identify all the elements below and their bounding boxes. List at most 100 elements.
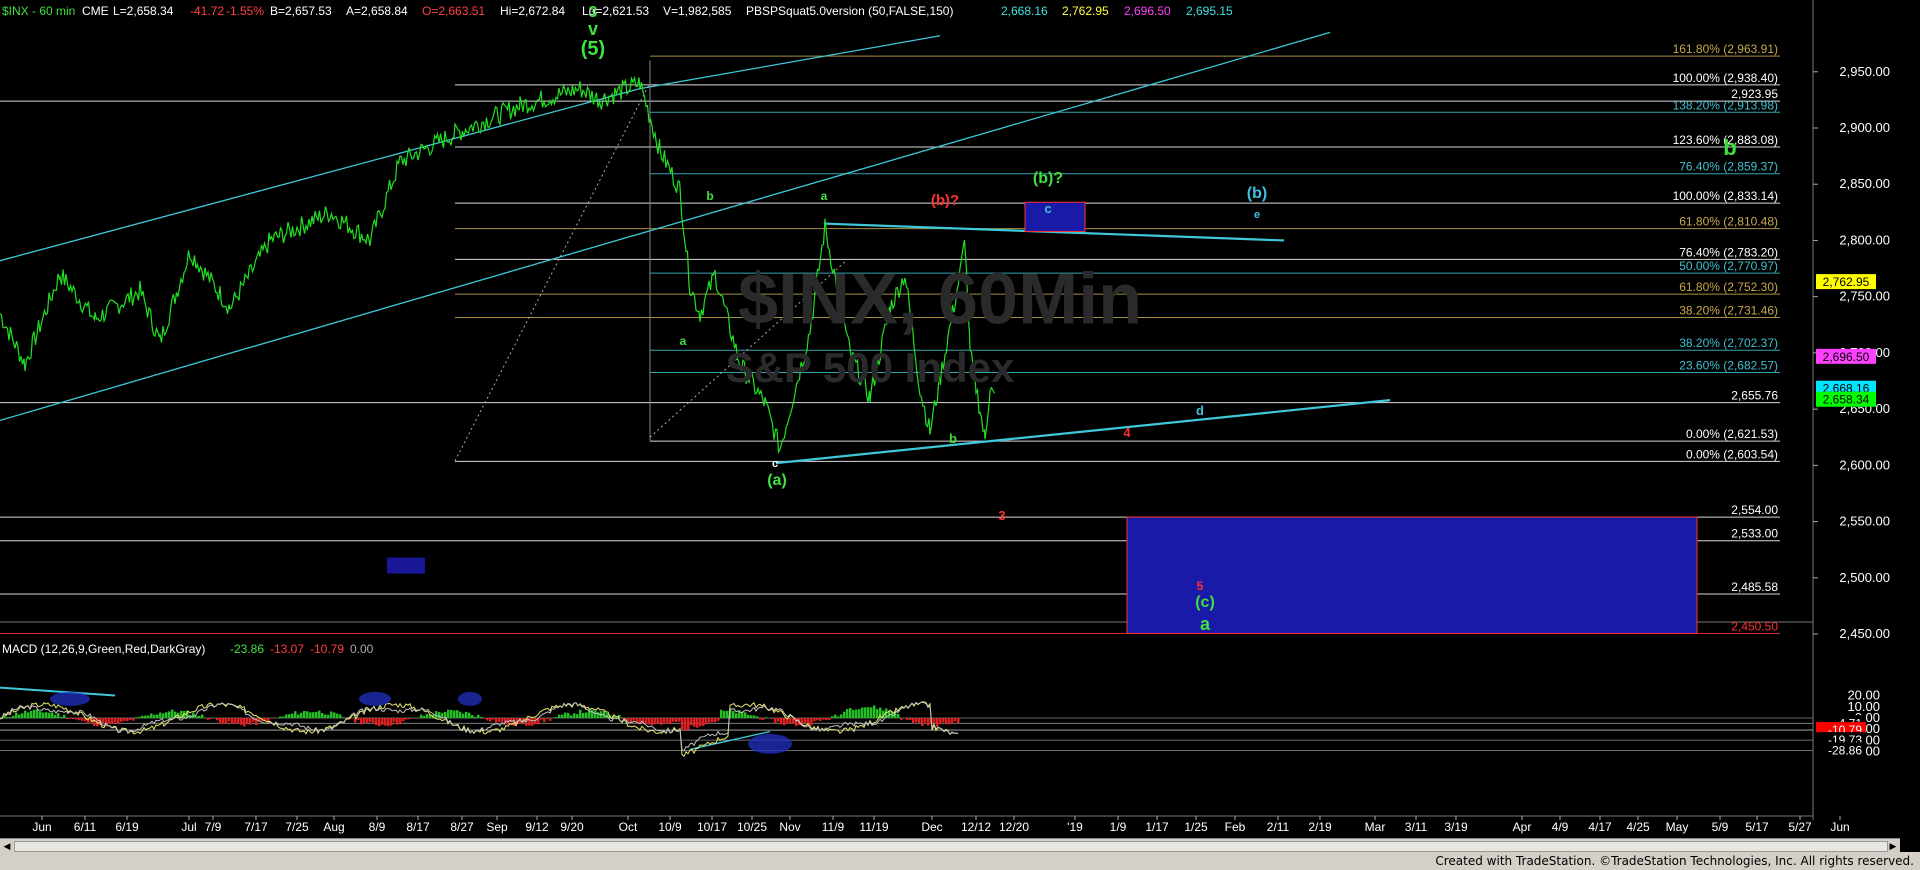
macd-histogram-bar: [405, 718, 408, 720]
macd-histogram-bar: [813, 718, 816, 722]
wave-label: c: [772, 458, 778, 470]
macd-histogram-bar: [942, 718, 945, 723]
date-tick-label: 5/17: [1745, 820, 1769, 834]
macd-histogram-bar: [147, 715, 150, 718]
macd-histogram-bar: [816, 718, 819, 721]
macd-histogram-bar: [198, 715, 201, 718]
macd-histogram-bar: [216, 718, 219, 721]
wave-label: (a): [767, 472, 787, 489]
macd-histogram-bar: [840, 714, 843, 718]
date-tick-label: Jul: [181, 820, 196, 834]
wave-label: b: [1723, 135, 1736, 160]
date-tick-label: 7/25: [285, 820, 309, 834]
macd-histogram-bar: [711, 718, 714, 723]
date-tick-label: 8/9: [369, 820, 386, 834]
macd-histogram-bar: [246, 718, 249, 725]
macd-histogram-bar: [138, 716, 141, 718]
date-tick-label: 8/17: [406, 820, 430, 834]
macd-histogram-bar: [102, 718, 105, 724]
macd-divergence-box: [387, 557, 425, 574]
macd-histogram-bar: [462, 713, 465, 718]
macd-histogram-bar: [477, 714, 480, 718]
macd-histogram-bar: [915, 718, 918, 723]
price-chart[interactable]: 2,950.00 2,900.00 2,850.00 2,800.00 2,750.00…: [0, 0, 1920, 838]
wave-label: 3: [998, 508, 1005, 523]
price-tick-label: 2,850.00: [1839, 176, 1890, 191]
date-tick-label: Jun: [1830, 820, 1849, 834]
macd-histogram-bar: [765, 717, 768, 718]
horizontal-scrollbar[interactable]: ◀ ▶: [0, 838, 1900, 853]
macd-histogram-bar: [912, 718, 915, 724]
header-field: Hi=2,672.84: [500, 4, 565, 18]
macd-histogram-bar: [474, 716, 477, 718]
target-box: [1126, 516, 1698, 634]
macd-histogram-bar: [447, 709, 450, 718]
macd-histogram-bar: [150, 713, 153, 718]
macd-histogram-bar: [654, 718, 657, 725]
macd-histogram-bar: [9, 717, 12, 718]
macd-histogram-bar: [192, 712, 195, 718]
macd-histogram-bar: [333, 712, 336, 718]
macd-histogram-bar: [135, 717, 138, 718]
wave-label: d: [1196, 403, 1204, 418]
macd-histogram-bar: [324, 714, 327, 718]
price-tick-label: 2,900.00: [1839, 120, 1890, 135]
macd-histogram-bar: [933, 718, 936, 724]
date-tick-label: 4/25: [1626, 820, 1650, 834]
date-tick-label: 9/12: [525, 820, 549, 834]
macd-histogram-bar: [468, 712, 471, 718]
header-field: V=1,982,585: [663, 4, 732, 18]
header-field: 2,762.95: [1062, 4, 1109, 18]
price-tick-label: 2,800.00: [1839, 232, 1890, 247]
macd-histogram-bar: [351, 717, 354, 718]
macd-histogram-bar: [159, 712, 162, 718]
macd-histogram-bar: [918, 718, 921, 723]
macd-histogram-bar: [336, 713, 339, 718]
wave-label: c: [1044, 201, 1051, 216]
macd-histogram-bar: [954, 718, 957, 722]
header-field: $INX - 60 min: [2, 4, 75, 18]
macd-histogram-bar: [156, 714, 159, 718]
macd-histogram-bar: [285, 714, 288, 718]
macd-histogram-bar: [393, 718, 396, 722]
macd-histogram-bar: [924, 718, 927, 723]
macd-histogram-bar: [732, 710, 735, 718]
macd-histogram-bar: [165, 712, 168, 718]
scrollbar-thumb[interactable]: [14, 841, 1888, 852]
macd-header-v1: -23.86: [230, 642, 264, 656]
macd-histogram-bar: [78, 718, 81, 721]
macd-histogram-bar: [555, 717, 558, 718]
date-tick-label: Aug: [323, 820, 344, 834]
header-field: B=2,657.53: [270, 4, 332, 18]
price-flag-label: 2,658.34: [1823, 393, 1870, 407]
macd-histogram-bar: [456, 710, 459, 718]
scroll-right-icon[interactable]: ▶: [1887, 840, 1899, 852]
macd-histogram-bar: [282, 716, 285, 718]
macd-histogram-bar: [24, 710, 27, 718]
macd-histogram-bar: [825, 718, 828, 721]
macd-histogram-bar: [234, 718, 237, 724]
header-field: L=2,658.34: [113, 4, 174, 18]
scroll-left-icon[interactable]: ◀: [1, 840, 13, 852]
macd-histogram-bar: [54, 714, 57, 718]
date-tick-label: 5/9: [1712, 820, 1729, 834]
macd-histogram-bar: [951, 718, 954, 723]
macd-histogram-bar: [297, 714, 300, 718]
date-tick-label: 1/9: [1110, 820, 1127, 834]
date-tick-label: 3/19: [1444, 820, 1468, 834]
macd-histogram-bar: [219, 718, 222, 724]
macd-histogram-bar: [81, 718, 84, 721]
macd-histogram-bar: [906, 718, 909, 721]
macd-histogram-bar: [21, 713, 24, 718]
date-tick-label: 2/19: [1308, 820, 1332, 834]
macd-histogram-bar: [63, 714, 66, 718]
macd-histogram-bar: [45, 712, 48, 718]
fib-level-label: 2,485.58: [1731, 580, 1778, 594]
wave-label: 5: [1197, 579, 1204, 593]
watermark-title: $INX, 60Min: [738, 259, 1142, 339]
header-field: -1.55%: [226, 4, 264, 18]
macd-histogram-bar: [831, 716, 834, 718]
wave-label: a: [680, 334, 687, 348]
date-tick-label: 7/17: [244, 820, 268, 834]
macd-histogram-bar: [372, 718, 375, 724]
